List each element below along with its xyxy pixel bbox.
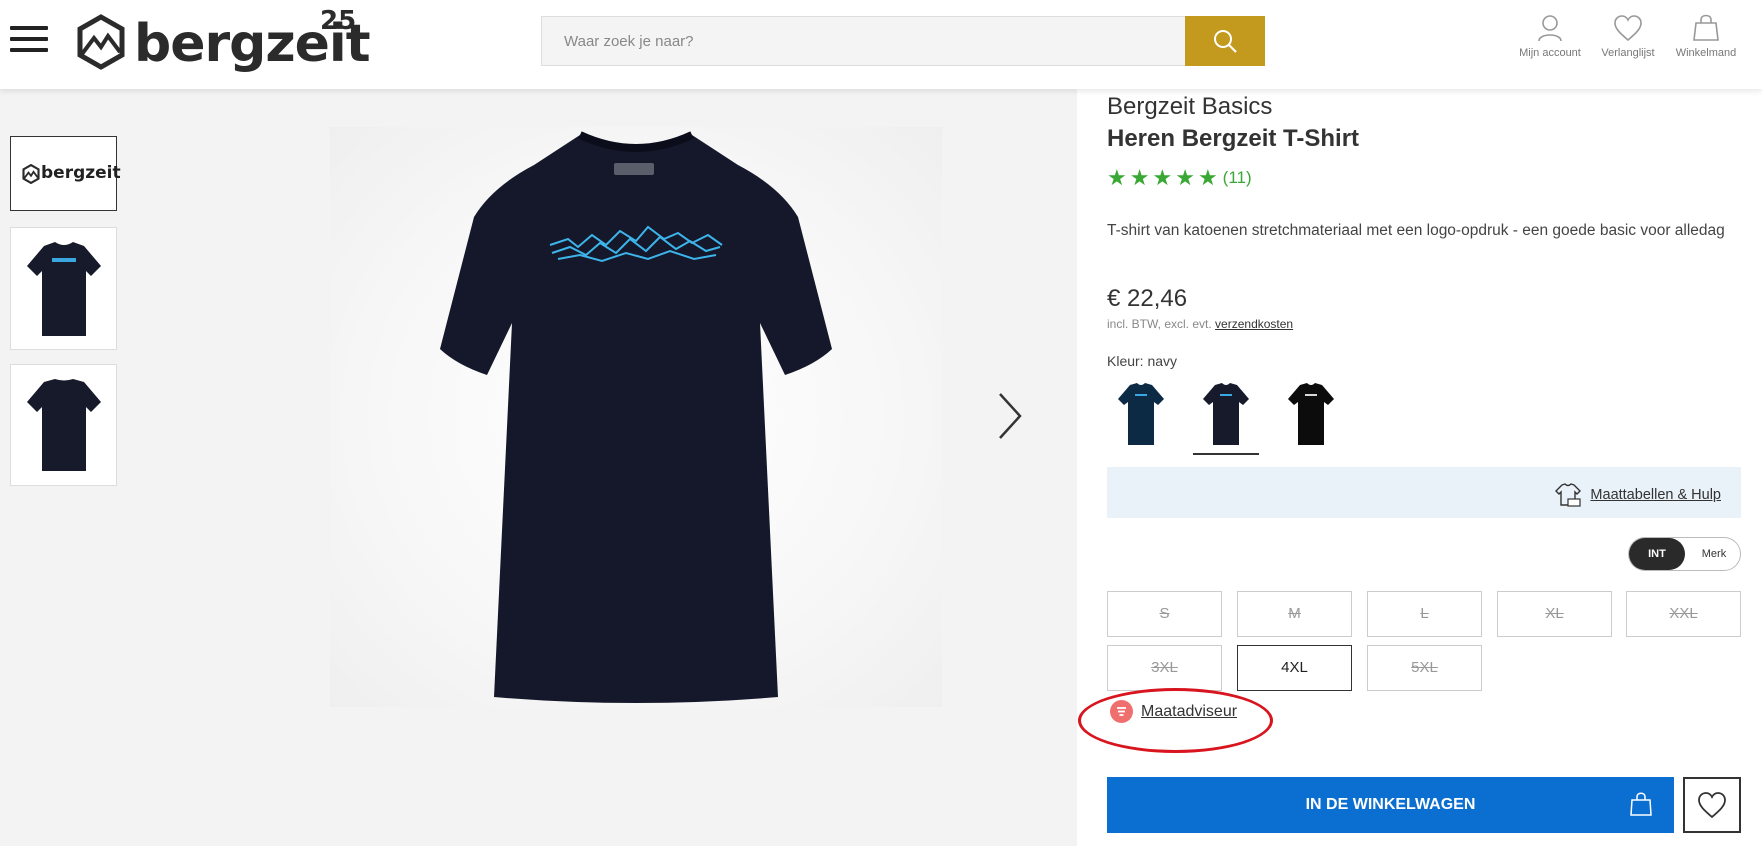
shopping-bag-icon [1693,14,1719,41]
tshirt-front-image [27,242,101,336]
search-icon [1214,30,1237,53]
add-to-wishlist-button[interactable] [1683,777,1741,833]
size-option-4xl[interactable]: 4XL [1237,645,1352,691]
rating-count[interactable]: (11) [1223,168,1252,188]
star-icon: ★ [1129,165,1150,190]
tshirt-back-image [27,379,101,471]
color-label: Kleur: navy [1107,353,1178,369]
tshirt-ruler-icon [1555,483,1582,507]
tshirt-navy-image [1203,383,1249,445]
star-icon: ★ [1107,165,1127,190]
price-note: incl. BTW, excl. evt. verzendkosten [1107,317,1293,331]
search-button[interactable] [1185,16,1265,66]
wishlist-link[interactable]: Verlanglijst [1588,14,1668,59]
menu-icon[interactable] [10,24,48,54]
size-option-m[interactable]: M [1237,591,1352,637]
mountain-hexagon-icon [22,164,40,184]
size-chart-label: Maattabellen & Hulp [1590,487,1721,503]
product-brand[interactable]: Bergzeit Basics [1107,93,1272,121]
star-icon: ★ [1152,165,1173,190]
size-advisor-icon [1110,700,1133,723]
star-icon: ★ [1175,165,1195,190]
thumbnail-logo[interactable]: bergzeit [10,136,121,211]
price-note-text: incl. BTW, excl. evt. [1107,317,1212,331]
search-bar [541,16,1265,66]
size-help-bar: Maattabellen & Hulp [1107,467,1741,518]
cart-link[interactable]: Winkelmand [1666,14,1746,59]
size-option-s[interactable]: S [1107,591,1222,637]
color-swatch-petrol[interactable] [1108,375,1174,455]
toggle-merk[interactable]: Merk [1689,538,1739,570]
tshirt-image [440,131,832,703]
site-header: bergzeit 25 Mijn account Verlanglijst Wi… [0,0,1762,89]
add-to-cart-button[interactable]: IN DE WINKELWAGEN [1107,777,1674,833]
shopping-bag-icon [1630,792,1652,816]
size-option-xxl[interactable]: XXL [1626,591,1741,637]
shipping-costs-link[interactable]: verzendkosten [1215,317,1293,331]
size-advisor-link[interactable]: Maatadviseur [1107,700,1237,723]
account-link[interactable]: Mijn account [1510,14,1590,59]
color-swatch-navy[interactable] [1193,375,1259,455]
mountain-hexagon-icon [77,14,125,70]
size-advisor-label: Maatadviseur [1141,702,1238,720]
heart-icon [1698,792,1726,819]
user-icon [1538,15,1562,42]
product-rating[interactable]: ★ ★ ★ ★ ★ (11) [1107,167,1252,189]
size-option-l[interactable]: L [1367,591,1482,637]
thumbnail-front[interactable] [10,227,117,350]
chevron-right-icon [999,393,1022,439]
size-option-3xl[interactable]: 3XL [1107,645,1222,691]
search-input[interactable] [541,16,1185,66]
color-swatch-black[interactable] [1278,375,1344,455]
cart-label: Winkelmand [1675,47,1737,59]
heart-icon [1614,15,1642,42]
product-title: Heren Bergzeit T-Shirt [1107,125,1360,152]
add-to-cart-label: IN DE WINKELWAGEN [1305,796,1476,813]
product-price: € 22,46 [1107,285,1188,312]
thumbnail-back[interactable] [10,364,117,486]
wishlist-label: Verlanglijst [1601,47,1655,59]
next-image-arrow[interactable] [995,390,1025,442]
size-option-5xl[interactable]: 5XL [1367,645,1482,691]
size-chart-link[interactable]: Maattabellen & Hulp [1554,482,1721,508]
main-product-image[interactable] [330,127,942,707]
size-system-toggle[interactable]: INT Merk [1628,537,1741,571]
star-icon: ★ [1197,165,1218,190]
logo-anniversary: 25 [320,6,357,36]
tshirt-black-image [1288,383,1334,445]
product-description: T-shirt van katoenen stretchmateriaal me… [1107,222,1725,239]
account-label: Mijn account [1519,47,1581,59]
size-option-xl[interactable]: XL [1497,591,1612,637]
thumbnail-logo-text: bergzeit [41,163,121,183]
site-logo[interactable]: bergzeit 25 [76,6,371,74]
toggle-int[interactable]: INT [1629,538,1685,570]
tshirt-petrol-image [1118,383,1164,445]
